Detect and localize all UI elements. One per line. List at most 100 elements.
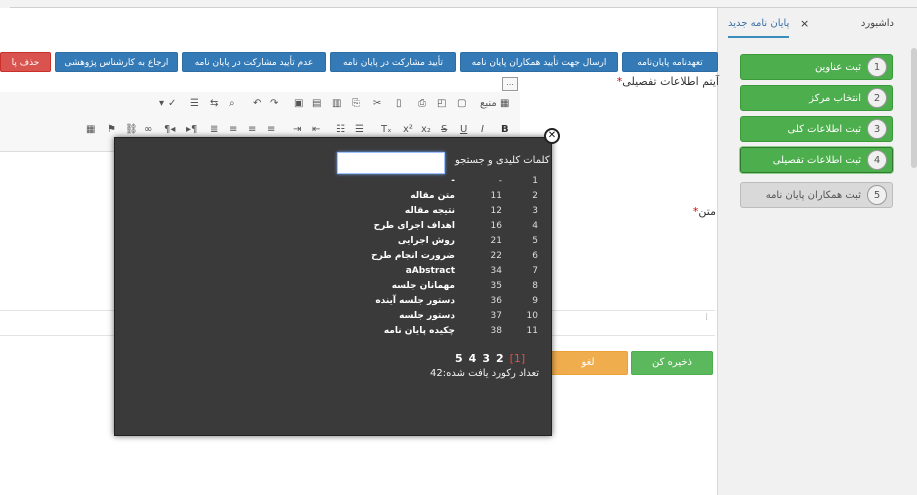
underline-icon[interactable]: U <box>460 124 467 135</box>
search-icon[interactable]: ⌕ <box>229 98 235 109</box>
delete-button[interactable]: حذف پا <box>0 52 51 72</box>
align-center-icon[interactable]: ≡ <box>248 124 256 135</box>
search-label: کلمات کلیدی و جستجو <box>455 155 550 166</box>
row-code: 11 <box>490 191 502 201</box>
step-center[interactable]: 2 انتخاب مرکز <box>740 85 893 111</box>
save-button[interactable]: ذخیره کن <box>631 351 713 375</box>
document-icon[interactable]: ▯ <box>396 98 402 109</box>
row-index: 2 <box>532 191 538 201</box>
page-link[interactable]: 4 <box>469 352 477 365</box>
table-row[interactable]: 2 11 متن مقاله <box>370 191 540 206</box>
item-select-box[interactable]: ... <box>502 77 518 91</box>
remove-format-icon[interactable]: Tₓ <box>381 124 392 135</box>
print-icon[interactable]: ⎙ <box>418 98 426 109</box>
reject-participation-button[interactable]: عدم تأیید مشارکت در پایان نامه <box>182 52 326 72</box>
results-table: 1 - - 2 11 متن مقاله 3 12 نتیجه مقاله 4 16 اهداف… <box>370 176 540 341</box>
copy-icon[interactable]: ⎘ <box>352 98 360 109</box>
page-link[interactable]: 2 <box>496 352 504 365</box>
resize-handle[interactable]: ⁞ <box>705 312 708 323</box>
refer-to-expert-button[interactable]: ارجاع به کارشناس پژوهشی <box>55 52 178 72</box>
row-code: 21 <box>490 236 502 246</box>
row-code: 22 <box>490 251 502 261</box>
item-label-text: آیتم اطلاعات تفصیلی <box>622 75 719 88</box>
paste-word-icon[interactable]: ▣ <box>294 98 303 109</box>
chevron-down-icon[interactable]: ▾ <box>159 98 164 109</box>
paste-text-icon[interactable]: ▤ <box>312 98 321 109</box>
align-left-icon[interactable]: ≡ <box>267 124 275 135</box>
step-number: 2 <box>867 88 887 108</box>
row-code: 16 <box>490 221 502 231</box>
table-row[interactable]: 6 22 ضرورت انجام طرح <box>370 251 540 266</box>
flag-icon[interactable]: ⚑ <box>107 124 116 135</box>
row-index: 9 <box>532 296 538 306</box>
step-label: ثبت اطلاعات کلی <box>787 123 861 135</box>
table-row[interactable]: 3 12 نتیجه مقاله <box>370 206 540 221</box>
ltr-icon[interactable]: ▸¶ <box>186 124 197 135</box>
row-index: 1 <box>532 176 538 186</box>
tab-dashboard[interactable]: داشبورد <box>861 12 894 38</box>
top-border <box>10 0 917 8</box>
link-icon[interactable]: ∞ <box>144 124 152 135</box>
step-collaborators[interactable]: 5 ثبت همکاران پایان نامه <box>740 182 893 208</box>
unlink-icon[interactable]: ⛓ <box>125 124 138 135</box>
table-row[interactable]: 5 21 روش اجرایی <box>370 236 540 251</box>
approve-participation-button[interactable]: تأیید مشارکت در پایان نامه <box>330 52 456 72</box>
table-icon[interactable]: ▦ <box>86 124 95 135</box>
table-row[interactable]: 11 38 چکیده پایان نامه <box>370 326 540 341</box>
table-row[interactable]: 7 34 aAbstract <box>370 266 540 281</box>
step-general-info[interactable]: 3 ثبت اطلاعات کلی <box>740 116 893 142</box>
row-title: ضرورت انجام طرح <box>371 251 455 261</box>
page-link[interactable]: 3 <box>482 352 490 365</box>
numbered-list-icon[interactable]: ☰ <box>355 124 364 135</box>
cancel-button[interactable]: لغو <box>548 351 628 375</box>
scrollbar-thumb[interactable] <box>911 48 917 168</box>
preview-icon[interactable]: ◰ <box>437 98 446 109</box>
table-row[interactable]: 9 36 دستور جلسه آینده <box>370 296 540 311</box>
superscript-icon[interactable]: x² <box>403 124 413 135</box>
row-title: اهداف اجرای طرح <box>373 221 455 231</box>
bold-icon[interactable]: B <box>501 124 509 135</box>
paste-icon[interactable]: ▥ <box>332 98 341 109</box>
new-page-icon[interactable]: ▢ <box>457 98 466 109</box>
outdent-icon[interactable]: ⇤ <box>312 124 320 135</box>
table-row[interactable]: 4 16 اهداف اجرای طرح <box>370 221 540 236</box>
bulleted-list-icon[interactable]: ☷ <box>336 124 345 135</box>
rtl-icon[interactable]: ¶◂ <box>164 124 175 135</box>
page-link[interactable]: 5 <box>455 352 463 365</box>
align-right-icon[interactable]: ≡ <box>229 124 237 135</box>
current-page: [1] <box>509 352 526 365</box>
row-index: 8 <box>532 281 538 291</box>
subscript-icon[interactable]: x₂ <box>421 124 431 135</box>
row-title: دستور جلسه آینده <box>375 296 455 306</box>
table-row[interactable]: 10 37 دستور جلسه <box>370 311 540 326</box>
strikethrough-icon[interactable]: S <box>441 124 447 135</box>
source-icon[interactable]: ▦ <box>500 98 509 109</box>
row-code: 34 <box>490 266 502 276</box>
step-detailed-info[interactable]: 4 ثبت اطلاعات تفصیلی <box>740 147 893 173</box>
indent-icon[interactable]: ⇥ <box>293 124 301 135</box>
align-justify-icon[interactable]: ≣ <box>210 124 218 135</box>
row-index: 11 <box>526 326 538 336</box>
row-index: 3 <box>532 206 538 216</box>
redo-icon[interactable]: ↷ <box>270 98 278 109</box>
tab-bar: داشبورد × پایان نامه جدید <box>724 12 904 38</box>
step-titles[interactable]: 1 ثبت عناوین <box>740 54 893 80</box>
replace-icon[interactable]: ⇆ <box>210 98 218 109</box>
cut-icon[interactable]: ✂ <box>373 98 381 109</box>
row-code: - <box>498 176 502 186</box>
source-button[interactable]: منبع <box>480 98 497 109</box>
table-row[interactable]: 8 35 مهمانان جلسه <box>370 281 540 296</box>
tab-new-thesis[interactable]: پایان نامه جدید <box>728 12 790 38</box>
undo-icon[interactable]: ↶ <box>253 98 261 109</box>
paragraph-icon[interactable]: ☰ <box>190 98 199 109</box>
commitment-button[interactable]: تعهدنامه پایان‌نامه <box>622 52 718 72</box>
italic-icon[interactable]: I <box>481 124 484 135</box>
close-icon[interactable]: ✕ <box>544 128 560 144</box>
text-label-text: متن <box>698 205 716 218</box>
close-icon[interactable]: × <box>800 12 809 36</box>
send-for-approval-button[interactable]: ارسال جهت تأیید همکاران پایان نامه <box>460 52 618 72</box>
search-input[interactable] <box>337 152 445 174</box>
table-row[interactable]: 1 - - <box>370 176 540 191</box>
spellcheck-icon[interactable]: ✓ <box>168 98 176 109</box>
step-label: ثبت عناوین <box>814 61 861 73</box>
